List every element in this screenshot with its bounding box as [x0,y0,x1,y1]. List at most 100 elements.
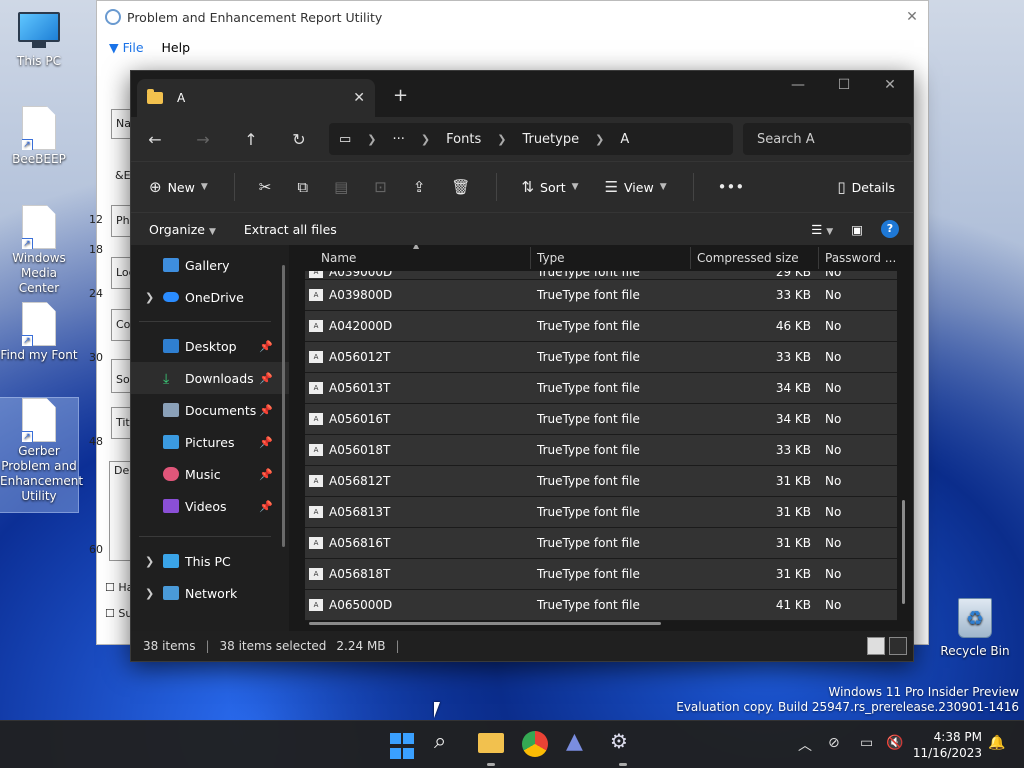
desktop-icon [163,339,179,353]
rename-button[interactable]: ⊡ [374,178,387,196]
change-view-icon[interactable]: ☰ ▼ [811,222,833,237]
share-button[interactable]: ⇪ [413,178,426,196]
organize-button[interactable]: Organize ▼ [149,222,216,237]
search-input[interactable]: Search A [743,123,911,155]
large-icons-view-icon[interactable] [889,637,907,655]
font-file-icon: A [309,382,323,394]
details-button[interactable]: ▯ Details [837,178,895,196]
table-row[interactable]: A A042000D TrueType font file 46 KB No [305,311,897,342]
close-tab-icon[interactable]: ✕ [353,90,365,106]
breadcrumb-truetype[interactable]: Truetype [522,132,579,147]
minimize-icon[interactable]: — [775,77,821,93]
table-row[interactable]: A A056813T TrueType font file 31 KB No [305,497,897,528]
nav-gallery[interactable]: Gallery [131,249,289,281]
table-row[interactable]: A A065000D TrueType font file 41 KB No [305,590,897,621]
nav-pictures[interactable]: Pictures 📌 [131,426,289,458]
desktop-icon-this-pc[interactable]: This PC [0,8,78,69]
delete-button[interactable]: 🗑 [451,178,470,196]
plus-circle-icon: ⊕ [149,178,162,196]
nav-downloads[interactable]: ⤓ Downloads 📌 [131,362,289,394]
mouse-cursor-icon [434,702,440,718]
address-breadcrumb[interactable]: ▭ ❯ ··· ❯ Fonts ❯ Truetype ❯ A [329,123,733,155]
menu-help[interactable]: Help [162,40,191,55]
taskbar-clock[interactable]: 4:38 PM 11/16/2023 [913,729,982,761]
sort-ascending-icon: ▲ [413,245,420,250]
horizontal-scrollbar[interactable] [309,622,661,625]
chrome-icon[interactable] [522,731,548,757]
computer-icon [163,554,179,568]
nav-music[interactable]: Music 📌 [131,458,289,490]
maximize-icon[interactable]: ☐ [821,77,867,93]
menu-file[interactable]: ▼ File [109,40,144,55]
table-row[interactable]: A A056016T TrueType font file 34 KB No [305,404,897,435]
windows-start-icon[interactable] [390,733,418,761]
breadcrumb-current[interactable]: A [620,132,629,147]
chevron-up-icon[interactable]: ︿ [798,735,812,755]
preview-pane-icon[interactable]: ▣ [851,222,863,237]
breadcrumb-fonts[interactable]: Fonts [446,132,481,147]
table-row[interactable]: A A056018T TrueType font file 33 KB No [305,435,897,466]
font-file-icon: A [309,320,323,332]
table-row[interactable]: A A056816T TrueType font file 31 KB No [305,528,897,559]
nav-this-pc[interactable]: ❯ This PC [131,545,289,577]
back-arrow-icon[interactable]: ← [131,130,179,149]
close-icon[interactable]: ✕ [896,9,928,25]
view-button[interactable]: ☰ View ▼ [605,178,667,196]
nav-scrollbar[interactable] [282,265,285,547]
column-password[interactable]: Password ... [819,247,905,269]
new-tab-icon[interactable]: + [393,85,408,106]
nav-onedrive[interactable]: ❯ OneDrive [131,281,289,313]
utility-app-icon[interactable]: ⚙ [610,729,638,757]
item-count: 38 items [143,639,196,653]
checkbox-fragment[interactable]: ☐ Su [105,607,132,620]
volume-muted-icon[interactable]: 🔇 [886,735,903,751]
more-options-button[interactable]: ••• [718,178,745,196]
main-area: Gallery ❯ OneDrive Desktop 📌 ⤓ Downloads 📌 D… [131,245,913,631]
network-offline-icon[interactable]: ⊘ [828,735,840,751]
breadcrumb-more[interactable]: ··· [393,132,405,147]
extract-all-button[interactable]: Extract all files [244,222,337,237]
desktop-icon-windows-media-center[interactable]: ↗ Windows Media Center [0,205,78,296]
table-row[interactable]: A A056013T TrueType font file 34 KB No [305,373,897,404]
help-icon[interactable]: ? [881,220,899,238]
up-arrow-icon[interactable]: ↑ [227,130,275,149]
nav-desktop[interactable]: Desktop 📌 [131,330,289,362]
cut-button[interactable]: ✂ [259,178,272,196]
column-compressed-size[interactable]: Compressed size [691,247,819,269]
table-row[interactable]: A A056012T TrueType font file 33 KB No [305,342,897,373]
file-explorer-icon[interactable] [478,733,504,753]
copy-button[interactable]: ⧉ [297,178,308,196]
column-name[interactable]: Name [289,247,531,269]
desktop-icon-find-my-font[interactable]: ↗ Find my Font [0,302,78,363]
font-file-icon: A [309,444,323,456]
sort-button[interactable]: ⇅ Sort ▼ [521,178,578,196]
font-file-icon: A [309,599,323,611]
nav-videos[interactable]: Videos 📌 [131,490,289,522]
forward-arrow-icon[interactable]: → [179,130,227,149]
nav-documents[interactable]: Documents 📌 [131,394,289,426]
table-row[interactable]: A A056812T TrueType font file 31 KB No [305,466,897,497]
file-explorer-window: A ✕ + — ☐ ✕ ← → ↑ ↻ ▭ ❯ ··· ❯ Fonts ❯ Tr… [130,70,914,662]
refresh-icon[interactable]: ↻ [275,130,323,149]
tab-title: A [177,91,186,105]
pin-icon: 📌 [259,403,273,417]
table-row[interactable]: A A039800D TrueType font file 33 KB No [305,280,897,311]
new-button[interactable]: ⊕ New ▼ [149,178,208,196]
search-icon[interactable]: ⌕ [434,729,462,757]
details-view-icon[interactable] [867,637,885,655]
nav-network[interactable]: ❯ Network [131,577,289,609]
vertical-scrollbar[interactable] [902,500,905,604]
app-triangle-icon[interactable]: ▲ [566,729,594,757]
notification-bell-icon[interactable]: 🔔 [988,735,1005,751]
desktop-icon-gerber-utility[interactable]: ↗ Gerber Problem and Enhancement Utility [0,397,83,513]
desktop-icon-beebeep[interactable]: ↗ BeeBEEP [0,106,78,167]
display-icon[interactable]: ▭ [860,735,873,751]
desktop-icon-recycle-bin[interactable]: ♻ Recycle Bin [936,598,1014,659]
number-fragment: 60 [89,543,103,556]
column-type[interactable]: Type [531,247,691,269]
table-row[interactable]: A A039000D TrueType font file 29 KB No [305,271,897,280]
table-row[interactable]: A A056818T TrueType font file 31 KB No [305,559,897,590]
close-window-icon[interactable]: ✕ [867,77,913,93]
tab-a[interactable]: A ✕ [137,79,375,117]
paste-button[interactable]: ▤ [334,178,348,196]
